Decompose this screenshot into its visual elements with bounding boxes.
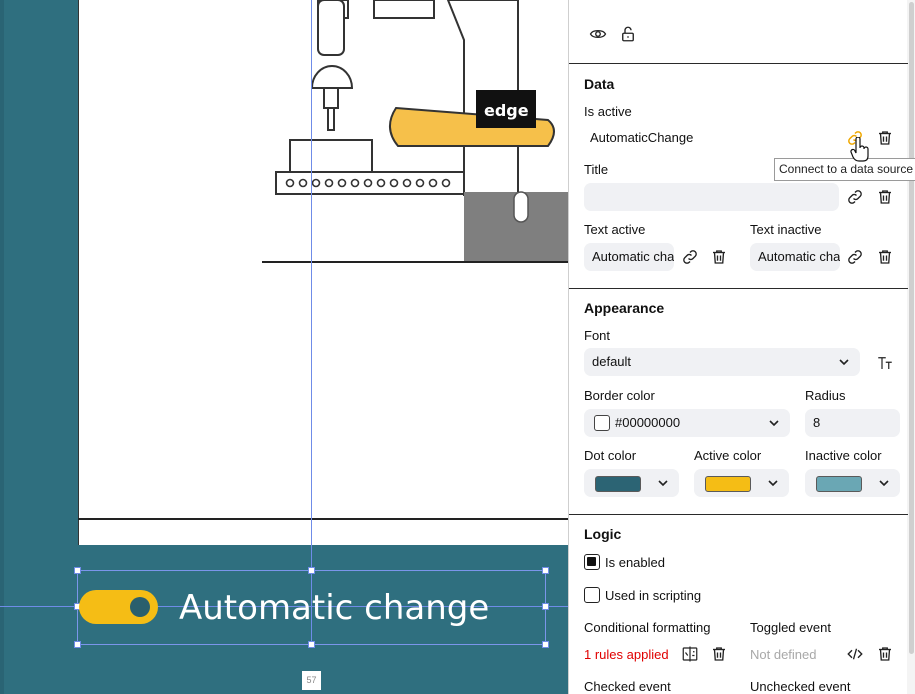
radius-input[interactable]: 8 xyxy=(805,409,900,437)
dot-color-swatch xyxy=(595,476,641,492)
compare-icon[interactable] xyxy=(679,643,701,665)
text-size-icon[interactable] xyxy=(874,352,896,374)
text-inactive-label: Text inactive xyxy=(750,222,822,237)
eye-icon[interactable] xyxy=(587,23,609,45)
font-select-value: default xyxy=(592,354,632,369)
chevron-down-icon xyxy=(839,359,849,366)
text-active-input[interactable]: Automatic change xyxy=(584,243,674,271)
used-in-scripting-label: Used in scripting xyxy=(605,588,702,603)
logic-section-title: Logic xyxy=(584,526,622,542)
border-color-label: Border color xyxy=(584,388,655,403)
resize-handle-bottom-left[interactable] xyxy=(74,641,81,648)
title-link-icon[interactable] xyxy=(844,186,866,208)
dot-color-label: Dot color xyxy=(584,448,637,463)
text-inactive-trash-icon[interactable] xyxy=(874,246,896,268)
font-label: Font xyxy=(584,328,611,343)
factory-illustration: edge xyxy=(262,0,568,263)
panel-scrollbar[interactable] xyxy=(907,0,915,694)
is-enabled-checkbox[interactable] xyxy=(584,554,600,570)
border-color-swatch xyxy=(594,415,610,431)
is-active-value[interactable]: AutomaticChange xyxy=(584,124,836,152)
is-active-trash-icon[interactable] xyxy=(874,127,896,149)
unlock-icon[interactable] xyxy=(617,23,639,45)
resize-handle-top-right[interactable] xyxy=(542,567,549,574)
resize-handle-bottom-right[interactable] xyxy=(542,641,549,648)
data-section-title: Data xyxy=(584,76,615,92)
title-label: Title xyxy=(584,162,609,177)
size-badge: 57 xyxy=(302,671,321,690)
title-input[interactable] xyxy=(584,183,839,211)
toggled-event-label: Toggled event xyxy=(750,620,831,635)
is-enabled-label: Is enabled xyxy=(605,555,665,570)
code-icon[interactable] xyxy=(844,643,866,665)
conditional-formatting-trash-icon[interactable] xyxy=(708,643,730,665)
used-in-scripting-checkbox[interactable] xyxy=(584,587,600,603)
panel-scrollbar-thumb[interactable] xyxy=(909,2,914,654)
dot-color-select[interactable] xyxy=(584,469,679,497)
chevron-down-icon xyxy=(769,420,779,427)
resize-handle-bottom-center[interactable] xyxy=(308,641,315,648)
toggled-event-trash-icon[interactable] xyxy=(874,643,896,665)
image-bottom-border xyxy=(78,518,568,520)
text-active-link-icon[interactable] xyxy=(679,246,701,268)
illustration-logo-text: edge xyxy=(484,101,529,120)
appearance-section-title: Appearance xyxy=(584,300,665,316)
active-color-label: Active color xyxy=(694,448,762,463)
text-active-label: Text active xyxy=(584,222,646,237)
resize-handle-top-center[interactable] xyxy=(308,567,315,574)
text-inactive-link-icon[interactable] xyxy=(844,246,866,268)
radius-label: Radius xyxy=(805,388,846,403)
inactive-color-swatch xyxy=(816,476,862,492)
text-active-trash-icon[interactable] xyxy=(708,246,730,268)
canvas-edge xyxy=(0,0,4,694)
section-divider xyxy=(569,288,908,289)
properties-panel: Data Is active AutomaticChange Title Tex… xyxy=(568,0,915,694)
toggled-event-value[interactable]: Not defined xyxy=(750,647,817,662)
chevron-down-icon xyxy=(768,480,778,487)
design-canvas[interactable]: edge Automatic change 57 xyxy=(0,0,568,694)
border-color-select[interactable]: #00000000 xyxy=(584,409,790,437)
conditional-formatting-value[interactable]: 1 rules applied xyxy=(584,647,669,662)
section-divider xyxy=(569,63,908,64)
toggle-dot xyxy=(130,597,150,617)
chevron-down-icon xyxy=(879,480,889,487)
chevron-down-icon xyxy=(658,480,668,487)
resize-handle-top-left[interactable] xyxy=(74,567,81,574)
active-color-select[interactable] xyxy=(694,469,789,497)
link-tooltip: Connect to a data source xyxy=(774,158,915,181)
border-color-value: #00000000 xyxy=(615,415,681,430)
toggle-label: Automatic change xyxy=(179,588,490,628)
inactive-color-select[interactable] xyxy=(805,469,900,497)
text-inactive-input[interactable]: Automatic change xyxy=(750,243,840,271)
hand-cursor-icon xyxy=(850,137,869,162)
resize-handle-middle-right[interactable] xyxy=(542,603,549,610)
conditional-formatting-label: Conditional formatting xyxy=(584,620,711,635)
section-divider xyxy=(569,514,908,515)
unchecked-event-label: Unchecked event xyxy=(750,679,851,694)
font-select[interactable]: default xyxy=(584,348,860,376)
active-color-swatch xyxy=(705,476,751,492)
checked-event-label: Checked event xyxy=(584,679,671,694)
title-trash-icon[interactable] xyxy=(874,186,896,208)
toggle-switch[interactable] xyxy=(79,590,158,624)
inactive-color-label: Inactive color xyxy=(805,448,882,463)
is-active-label: Is active xyxy=(584,104,632,119)
vertical-guide-line xyxy=(311,0,312,645)
